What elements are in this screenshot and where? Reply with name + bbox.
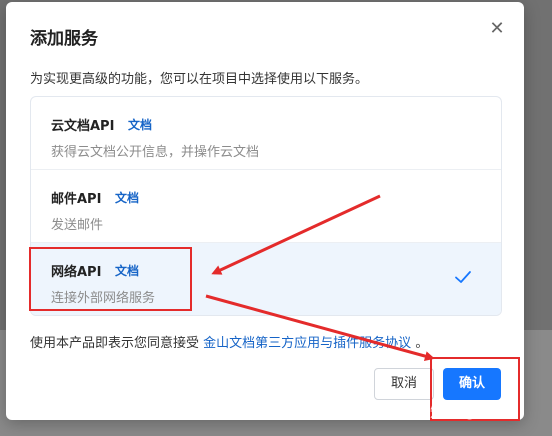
service-item-cloud-doc-api[interactable]: 云文档API 文档 获得云文档公开信息，并操作云文档 [31,97,501,169]
service-subtitle: 获得云文档公开信息，并操作云文档 [51,145,260,160]
dialog-title: 添加服务 [30,29,98,49]
agreement-text: 使用本产品即表示您同意接受 金山文档第三方应用与插件服务协议 。 [30,332,428,351]
close-icon[interactable]: ✕ [486,18,508,40]
service-name: 云文档API [51,119,115,134]
agreement-link[interactable]: 金山文档第三方应用与插件服务协议 [203,336,411,351]
service-doc-link[interactable]: 文档 [128,116,152,133]
agreement-prefix: 使用本产品即表示您同意接受 [30,336,200,351]
service-item-mail-api[interactable]: 邮件API 文档 发送邮件 [31,169,501,242]
service-name: 邮件API [51,192,102,207]
annotation-highlight-network-api [29,247,192,311]
cancel-button[interactable]: 取消 [374,368,434,400]
dialog-description: 为实现更高级的功能，您可以在项目中选择使用以下服务。 [30,72,369,87]
watermark: 知乎 @小小猪 [430,405,519,421]
check-icon [455,271,471,283]
service-subtitle: 发送邮件 [51,218,104,233]
service-doc-link[interactable]: 文档 [115,189,139,206]
agreement-suffix: 。 [415,336,429,351]
